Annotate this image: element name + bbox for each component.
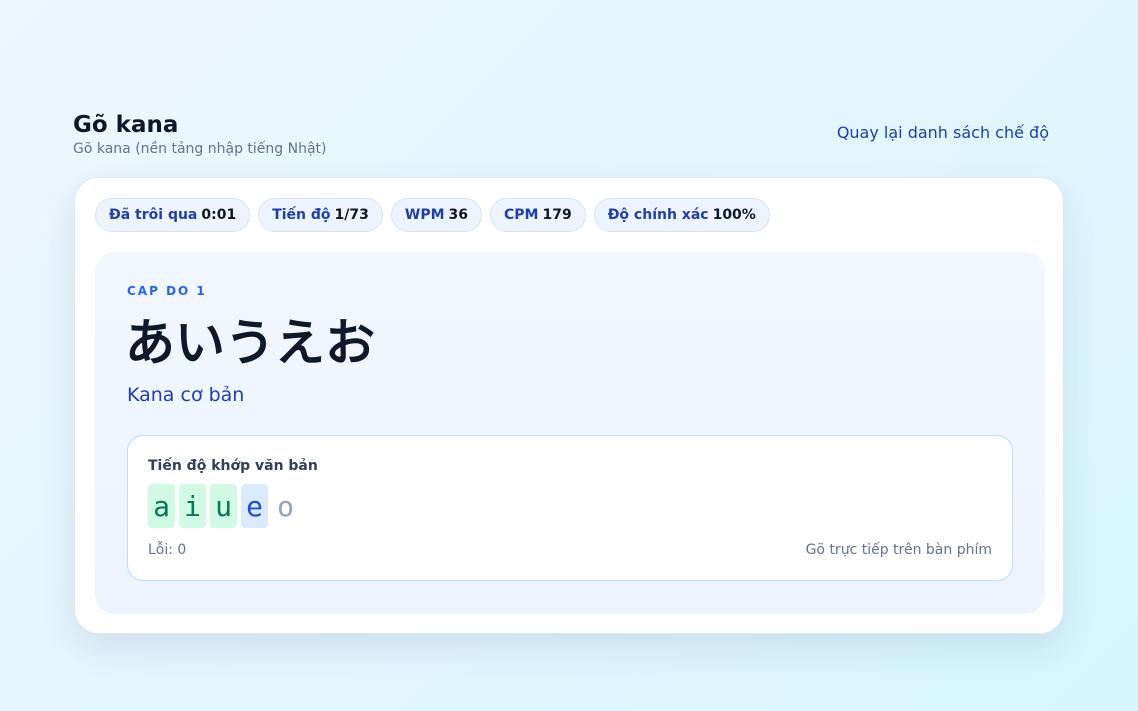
stat-wpm: WPM 36: [390, 198, 482, 232]
stat-label: WPM: [404, 207, 445, 223]
lesson-panel: CAP DO 1 あいうえお Kana cơ bản Tiến độ khớp …: [95, 252, 1045, 614]
stat-value: 100%: [712, 207, 756, 223]
page-subtitle: Gõ kana (nền tảng nhập tiếng Nhật): [73, 141, 327, 157]
typed-char-done: a: [148, 484, 175, 528]
stat-label: Tiến độ: [272, 207, 331, 223]
typed-char-pending: o: [277, 489, 294, 523]
stat-value: 36: [448, 207, 468, 223]
level-label: CAP DO 1: [127, 284, 207, 298]
typed-characters: a i u e o: [148, 484, 299, 528]
typed-char-done: u: [210, 484, 237, 528]
stat-value: 0:01: [201, 207, 237, 223]
stats-bar: Đã trôi qua 0:01 Tiến độ 1/73 WPM 36 CPM…: [95, 198, 770, 232]
typing-hint: Gõ trực tiếp trên bàn phím: [805, 542, 992, 558]
page-header: Gõ kana Gõ kana (nền tảng nhập tiếng Nhậ…: [73, 111, 1049, 161]
match-progress-box[interactable]: Tiến độ khớp văn bản a i u e o Lỗi: 0 Gõ…: [127, 435, 1013, 581]
kana-prompt: あいうえお: [125, 314, 375, 372]
lesson-description: Kana cơ bản: [127, 384, 245, 406]
back-to-modes-link[interactable]: Quay lại danh sách chế độ: [837, 123, 1049, 142]
typed-char-current: e: [241, 484, 268, 528]
stat-value: 1/73: [334, 207, 369, 223]
error-count: Lỗi: 0: [148, 542, 187, 558]
match-title: Tiến độ khớp văn bản: [148, 458, 318, 474]
typed-char-done: i: [179, 484, 206, 528]
stat-accuracy: Độ chính xác 100%: [593, 198, 770, 232]
stat-label: CPM: [504, 207, 539, 223]
stat-elapsed: Đã trôi qua 0:01: [95, 198, 251, 232]
stat-value: 179: [542, 207, 572, 223]
stat-label: Đã trôi qua: [109, 207, 198, 223]
stat-label: Độ chính xác: [607, 207, 709, 223]
stat-cpm: CPM 179: [490, 198, 586, 232]
typing-card: Đã trôi qua 0:01 Tiến độ 1/73 WPM 36 CPM…: [74, 177, 1064, 634]
stat-progress: Tiến độ 1/73: [258, 198, 383, 232]
